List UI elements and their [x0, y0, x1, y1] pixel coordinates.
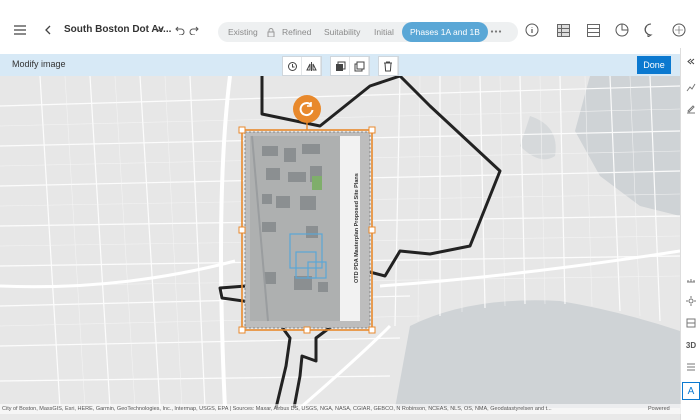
double-chevron-left-icon[interactable] — [681, 52, 700, 70]
redo-icon[interactable] — [188, 23, 200, 37]
tab-refined[interactable]: Refined — [282, 22, 311, 42]
draw-line-icon[interactable] — [681, 78, 700, 96]
tab-suitability[interactable]: Suitability — [324, 22, 360, 42]
table-icon[interactable] — [555, 22, 571, 38]
map-view[interactable]: OTD PDA Masterplan Proposed Site Plans — [0, 76, 680, 408]
chart-icon[interactable] — [614, 22, 630, 38]
rotate-handle-icon[interactable] — [293, 95, 321, 123]
scenario-tabs: Existing Refined Suitability Initial Pha… — [218, 22, 518, 42]
rotate-icon[interactable] — [283, 57, 302, 75]
undo-icon[interactable] — [174, 23, 186, 37]
view-3d-toggle[interactable]: 3D — [681, 336, 700, 354]
more-icon[interactable] — [488, 24, 504, 38]
share-icon[interactable] — [671, 22, 687, 38]
delete-tools — [378, 56, 399, 76]
comment-icon[interactable] — [643, 22, 659, 38]
back-chevron-icon[interactable] — [42, 22, 54, 38]
flip-icon[interactable] — [302, 57, 321, 75]
bring-front-icon[interactable] — [350, 57, 369, 75]
done-button[interactable]: Done — [637, 56, 671, 74]
lock-icon — [266, 26, 276, 38]
transform-tools — [282, 56, 322, 76]
basemap — [0, 76, 680, 408]
tab-initial[interactable]: Initial — [374, 22, 394, 42]
stack-icon[interactable] — [681, 314, 700, 332]
measure-icon[interactable] — [681, 270, 700, 288]
right-tool-panel: 3D A — [680, 48, 700, 420]
overlay-caption: OTD PDA Masterplan Proposed Site Plans — [354, 173, 360, 284]
delete-icon[interactable] — [379, 57, 398, 75]
send-back-icon[interactable] — [331, 57, 350, 75]
map-attribution: City of Boston, MassGIS, Esri, HERE, Gar… — [0, 404, 682, 414]
sun-icon[interactable] — [681, 292, 700, 310]
modify-image-label: Modify image — [12, 59, 66, 69]
tab-existing[interactable]: Existing — [228, 22, 258, 42]
top-toolbar: South Boston Dot Av... Existing Refined … — [0, 0, 700, 62]
info-icon[interactable] — [524, 22, 540, 38]
powered-by[interactable]: Powered — [648, 404, 670, 414]
text-label-tool[interactable]: A — [682, 382, 700, 400]
sketch-icon[interactable] — [681, 100, 700, 118]
hamburger-icon[interactable] — [12, 22, 28, 38]
layers-icon[interactable] — [585, 22, 601, 38]
tab-phases-1a-1b[interactable]: Phases 1A and 1B — [402, 22, 488, 42]
list-icon[interactable] — [681, 358, 700, 376]
dropdown-chevron-icon[interactable] — [154, 24, 164, 36]
order-tools — [330, 56, 370, 76]
